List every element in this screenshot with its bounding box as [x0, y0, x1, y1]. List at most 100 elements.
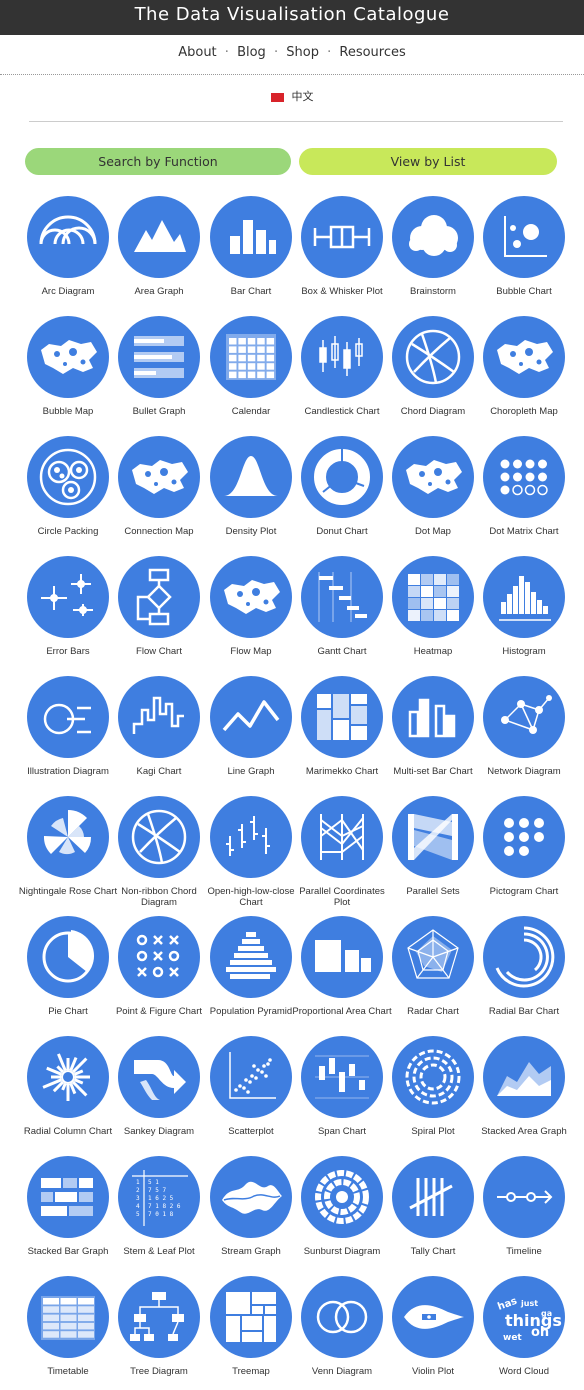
box-icon[interactable] [301, 196, 383, 278]
chart-tile-timetable[interactable]: Timetable [22, 1276, 114, 1386]
chart-tile-label[interactable]: Stacked Bar Graph [18, 1246, 118, 1257]
chart-tile-radial-bar-chart[interactable]: Radial Bar Chart [478, 916, 570, 1026]
chart-tile-sunburst-diagram[interactable]: Sunburst Diagram [296, 1156, 388, 1266]
chart-tile-label[interactable]: Radial Column Chart [18, 1126, 118, 1137]
chart-tile-label[interactable]: Connection Map [109, 526, 209, 537]
chart-tile-flow-chart[interactable]: Flow Chart [113, 556, 205, 666]
radialcol-icon[interactable] [27, 1036, 109, 1118]
chord-icon[interactable] [118, 796, 200, 878]
chart-tile-bubble-map[interactable]: Bubble Map [22, 316, 114, 426]
chart-tile-open-high-low-close-chart[interactable]: Open-high-low-close Chart [205, 796, 297, 908]
chart-tile-dot-matrix-chart[interactable]: Dot Matrix Chart [478, 436, 570, 546]
map-icon[interactable] [392, 436, 474, 518]
line-icon[interactable] [210, 676, 292, 758]
chart-tile-label[interactable]: Radial Bar Chart [474, 1006, 574, 1017]
chart-tile-bar-chart[interactable]: Bar Chart [205, 196, 297, 306]
chart-tile-label[interactable]: Circle Packing [18, 526, 118, 537]
bullet-icon[interactable] [118, 316, 200, 398]
chart-tile-label[interactable]: Stream Graph [201, 1246, 301, 1257]
chart-tile-marimekko-chart[interactable]: Marimekko Chart [296, 676, 388, 786]
chart-tile-label[interactable]: Bubble Chart [474, 286, 574, 297]
chart-tile-label[interactable]: Arc Diagram [18, 286, 118, 297]
multibar-icon[interactable] [392, 676, 474, 758]
arc-icon[interactable] [27, 196, 109, 278]
chart-tile-circle-packing[interactable]: Circle Packing [22, 436, 114, 546]
chart-tile-error-bars[interactable]: Error Bars [22, 556, 114, 666]
chart-tile-label[interactable]: Sankey Diagram [109, 1126, 209, 1137]
chart-tile-tree-diagram[interactable]: Tree Diagram [113, 1276, 205, 1386]
chart-tile-label[interactable]: Nightingale Rose Chart [18, 886, 118, 897]
chart-tile-label[interactable]: Brainstorm [383, 286, 483, 297]
marimekko-icon[interactable] [301, 676, 383, 758]
chart-tile-connection-map[interactable]: Connection Map [113, 436, 205, 546]
chart-tile-dot-map[interactable]: Dot Map [387, 436, 479, 546]
chart-tile-label[interactable]: Kagi Chart [109, 766, 209, 777]
parallelsets-icon[interactable] [392, 796, 474, 878]
chart-tile-label[interactable]: Dot Map [383, 526, 483, 537]
error-icon[interactable] [27, 556, 109, 638]
chart-tile-stacked-area-graph[interactable]: Stacked Area Graph [478, 1036, 570, 1146]
chart-tile-label[interactable]: Chord Diagram [383, 406, 483, 417]
chart-tile-label[interactable]: Bullet Graph [109, 406, 209, 417]
chart-tile-label[interactable]: Network Diagram [474, 766, 574, 777]
stream-icon[interactable] [210, 1156, 292, 1238]
bubble-icon[interactable] [483, 196, 565, 278]
chart-tile-brainstorm[interactable]: Brainstorm [387, 196, 479, 306]
chart-tile-calendar[interactable]: Calendar [205, 316, 297, 426]
stackedbar-icon[interactable] [27, 1156, 109, 1238]
chart-tile-label[interactable]: Proportional Area Chart [292, 1006, 392, 1017]
map-icon[interactable] [483, 316, 565, 398]
chart-tile-radar-chart[interactable]: Radar Chart [387, 916, 479, 1026]
chart-tile-point-and-figure-chart[interactable]: Point & Figure Chart [113, 916, 205, 1026]
chart-tile-label[interactable]: Pie Chart [18, 1006, 118, 1017]
chart-tile-label[interactable]: Box & Whisker Plot [292, 286, 392, 297]
illustration-icon[interactable] [27, 676, 109, 758]
chart-tile-venn-diagram[interactable]: Venn Diagram [296, 1276, 388, 1386]
cloud-icon[interactable] [392, 196, 474, 278]
chart-tile-proportional-area-chart[interactable]: Proportional Area Chart [292, 916, 392, 1026]
chart-tile-illustration-diagram[interactable]: Illustration Diagram [22, 676, 114, 786]
gantt-icon[interactable] [301, 556, 383, 638]
area-icon[interactable] [118, 196, 200, 278]
chart-tile-area-graph[interactable]: Area Graph [113, 196, 205, 306]
network-icon[interactable] [483, 676, 565, 758]
heatmap-icon[interactable] [392, 556, 474, 638]
chart-tile-line-graph[interactable]: Line Graph [205, 676, 297, 786]
sankey-icon[interactable] [118, 1036, 200, 1118]
chart-tile-label[interactable]: Choropleth Map [474, 406, 574, 417]
chart-tile-label[interactable]: Parallel Sets [383, 886, 483, 897]
chart-tile-label[interactable]: Span Chart [292, 1126, 392, 1137]
proparea-icon[interactable] [301, 916, 383, 998]
wordcloud-icon[interactable]: has just things oh wet ga [483, 1276, 565, 1358]
chart-tile-label[interactable]: Venn Diagram [292, 1366, 392, 1377]
kagi-icon[interactable] [118, 676, 200, 758]
chart-tile-donut-chart[interactable]: Donut Chart [296, 436, 388, 546]
sunburst-icon[interactable] [301, 1156, 383, 1238]
chart-tile-heatmap[interactable]: Heatmap [387, 556, 479, 666]
map-icon[interactable] [27, 316, 109, 398]
flow-icon[interactable] [118, 556, 200, 638]
chart-tile-network-diagram[interactable]: Network Diagram [478, 676, 570, 786]
chart-tile-stream-graph[interactable]: Stream Graph [205, 1156, 297, 1266]
chart-tile-stem-and-leaf-plot[interactable]: 123455 17 5 71 6 2 57 1 8 2 67 0 1 8 Stem… [113, 1156, 205, 1266]
chart-tile-label[interactable]: Point & Figure Chart [109, 1006, 209, 1017]
chart-tile-pie-chart[interactable]: Pie Chart [22, 916, 114, 1026]
chart-tile-span-chart[interactable]: Span Chart [296, 1036, 388, 1146]
chart-tile-label[interactable]: Gantt Chart [292, 646, 392, 657]
candle-icon[interactable] [301, 316, 383, 398]
chart-tile-sankey-diagram[interactable]: Sankey Diagram [113, 1036, 205, 1146]
span-icon[interactable] [301, 1036, 383, 1118]
venn-icon[interactable] [301, 1276, 383, 1358]
chart-tile-stacked-bar-graph[interactable]: Stacked Bar Graph [22, 1156, 114, 1266]
chart-tile-multi-set-bar-chart[interactable]: Multi-set Bar Chart [387, 676, 479, 786]
density-icon[interactable] [210, 436, 292, 518]
chart-tile-histogram[interactable]: Histogram [478, 556, 570, 666]
chart-tile-label[interactable]: Candlestick Chart [292, 406, 392, 417]
chart-tile-label[interactable]: Flow Chart [109, 646, 209, 657]
chart-tile-scatterplot[interactable]: Scatterplot [205, 1036, 297, 1146]
chart-tile-label[interactable]: Scatterplot [201, 1126, 301, 1137]
rose-icon[interactable] [27, 796, 109, 878]
chart-tile-label[interactable]: Tally Chart [383, 1246, 483, 1257]
chord-icon[interactable] [392, 316, 474, 398]
chart-tile-label[interactable]: Timetable [18, 1366, 118, 1377]
